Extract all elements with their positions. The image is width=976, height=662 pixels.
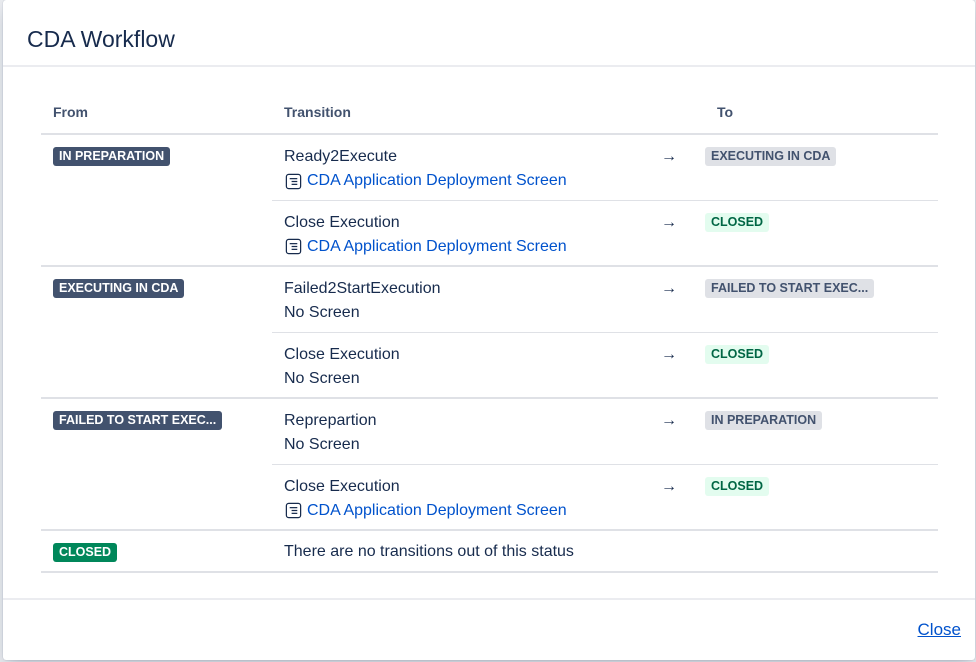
- to-status-cell: EXECUTING IN CDA: [705, 134, 938, 201]
- arrow-icon: →: [661, 134, 705, 201]
- no-transitions-message: There are no transitions out of this sta…: [272, 530, 938, 573]
- screen-link[interactable]: CDA Application Deployment Screen: [284, 499, 567, 523]
- table-row: CLOSED There are no transitions out of t…: [41, 530, 938, 573]
- dialog-header: CDA Workflow: [3, 0, 975, 67]
- from-status-lozenge: IN PREPARATION: [53, 147, 171, 166]
- header-transition: Transition: [272, 92, 661, 135]
- table-row: IN PREPARATION Ready2Execute CDA Applica…: [41, 134, 938, 267]
- to-status-lozenge: CLOSED: [705, 212, 770, 232]
- screen-icon: [285, 238, 302, 255]
- arrow-icon: →: [661, 200, 705, 267]
- workflow-dialog: CDA Workflow From Transition To IN PREPA…: [3, 0, 975, 660]
- transition-cell: Reprepartion No Screen: [272, 398, 661, 465]
- to-status-cell: IN PREPARATION: [705, 398, 938, 465]
- to-status-cell: CLOSED: [705, 332, 938, 399]
- from-status-lozenge: CLOSED: [53, 543, 118, 562]
- transition-name: Close Execution: [284, 345, 400, 363]
- transition-name: Reprepartion: [284, 412, 377, 429]
- screen-link-label: CDA Application Deployment Screen: [307, 172, 567, 189]
- header-from: From: [41, 92, 272, 135]
- arrow-icon: →: [661, 398, 705, 465]
- screen-icon: [285, 173, 302, 189]
- to-status-lozenge: IN PREPARATION: [705, 411, 823, 430]
- header-to: To: [705, 92, 938, 135]
- transition-name: Close Execution: [284, 213, 400, 231]
- from-status-lozenge: EXECUTING IN CDA: [53, 279, 185, 298]
- screen-link-label: CDA Application Deployment Screen: [307, 237, 567, 255]
- screen-link[interactable]: CDA Application Deployment Screen: [284, 235, 567, 259]
- transition-cell: Failed2StartExecution No Screen: [272, 266, 661, 333]
- close-link[interactable]: Close: [918, 620, 961, 640]
- transition-name: Ready2Execute: [284, 148, 397, 165]
- transition-cell: Ready2Execute CDA Application Deployment…: [272, 134, 661, 201]
- from-status-cell: IN PREPARATION: [41, 134, 272, 267]
- transition-cell: Close Execution No Screen: [272, 332, 661, 399]
- table-header-row: From Transition To: [41, 92, 938, 135]
- to-status-lozenge: FAILED TO START EXEC...: [705, 279, 875, 298]
- to-status-lozenge: CLOSED: [705, 476, 770, 496]
- to-status-cell: FAILED TO START EXEC...: [705, 266, 938, 333]
- from-status-cell: FAILED TO START EXEC...: [41, 398, 272, 531]
- from-status-cell: CLOSED: [41, 530, 272, 573]
- table-row: EXECUTING IN CDA Failed2StartExecution N…: [41, 266, 938, 399]
- no-screen-label: No Screen: [284, 436, 360, 453]
- transition-name: Failed2StartExecution: [284, 280, 441, 297]
- table-row: FAILED TO START EXEC... Reprepartion No …: [41, 398, 938, 531]
- to-status-cell: CLOSED: [705, 464, 938, 531]
- arrow-icon: →: [661, 266, 705, 333]
- no-screen-label: No Screen: [284, 304, 360, 321]
- transition-cell: Close Execution CDA Application Deployme…: [272, 464, 661, 531]
- screen-icon: [285, 502, 302, 519]
- dialog-footer: Close: [3, 598, 975, 660]
- arrow-icon: →: [661, 332, 705, 399]
- workflow-table: From Transition To IN PREPARATION Ready2…: [41, 92, 938, 573]
- screen-link-label: CDA Application Deployment Screen: [307, 501, 567, 519]
- transition-cell: Close Execution CDA Application Deployme…: [272, 200, 661, 267]
- from-status-lozenge: FAILED TO START EXEC...: [53, 411, 223, 430]
- arrow-icon: →: [661, 464, 705, 531]
- to-status-cell: CLOSED: [705, 200, 938, 267]
- from-status-cell: EXECUTING IN CDA: [41, 266, 272, 399]
- transition-name: Close Execution: [284, 477, 400, 495]
- no-screen-label: No Screen: [284, 369, 360, 387]
- header-arrow: [661, 92, 705, 135]
- to-status-lozenge: EXECUTING IN CDA: [705, 147, 837, 166]
- dialog-title: CDA Workflow: [27, 26, 175, 52]
- to-status-lozenge: CLOSED: [705, 344, 770, 364]
- screen-link[interactable]: CDA Application Deployment Screen: [284, 169, 567, 193]
